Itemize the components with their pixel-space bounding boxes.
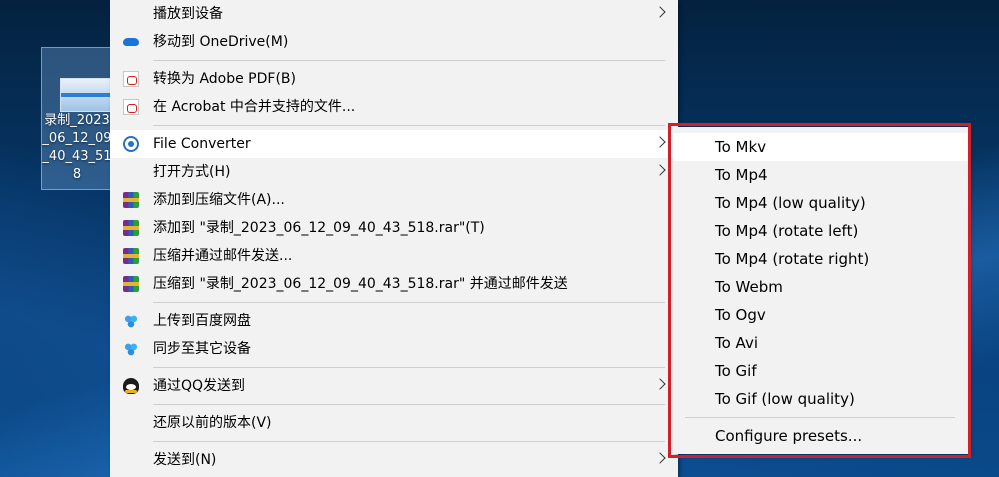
submenu-item-to-gif[interactable]: To Gif — [673, 357, 968, 385]
submenu-separator — [685, 417, 955, 418]
menu-separator — [153, 302, 665, 303]
submenu-item-to-mp4-rotate-right[interactable]: To Mp4 (rotate right) — [673, 245, 968, 273]
qq-icon — [123, 378, 139, 394]
submenu-item-label: To Mp4 (rotate right) — [715, 250, 870, 268]
submenu-item-label: To Mp4 (low quality) — [715, 194, 866, 212]
menu-item-compress-and-email[interactable]: 压缩并通过邮件发送... — [110, 242, 678, 270]
menu-item-send-to[interactable]: 发送到(N) — [110, 446, 678, 474]
chevron-right-icon — [654, 6, 666, 18]
menu-item-label: 还原以前的版本(V) — [153, 415, 272, 431]
winrar-icon — [123, 276, 139, 292]
file-converter-submenu: To Mkv To Mp4 To Mp4 (low quality) To Mp… — [673, 127, 968, 454]
chevron-right-icon — [654, 452, 666, 464]
winrar-icon — [123, 220, 139, 236]
menu-item-label: 播放到设备 — [153, 6, 223, 22]
submenu-item-to-gif-low-quality[interactable]: To Gif (low quality) — [673, 385, 968, 413]
submenu-item-label: To Gif — [715, 362, 757, 380]
submenu-item-label: To Mp4 — [715, 166, 768, 184]
submenu-item-label: To Gif (low quality) — [715, 390, 855, 408]
menu-separator — [153, 441, 665, 442]
menu-item-add-to-rar[interactable]: 添加到 "录制_2023_06_12_09_40_43_518.rar"(T) — [110, 214, 678, 242]
menu-item-acrobat-combine[interactable]: 在 Acrobat 中合并支持的文件... — [110, 93, 678, 121]
winrar-icon — [123, 248, 139, 264]
submenu-item-label: To Avi — [715, 334, 758, 352]
menu-item-move-to-onedrive[interactable]: 移动到 OneDrive(M) — [110, 28, 678, 56]
submenu-item-label: To Mkv — [715, 138, 767, 156]
submenu-item-label: To Mp4 (rotate left) — [715, 222, 859, 240]
cloud-icon — [123, 38, 139, 46]
menu-item-label: 压缩并通过邮件发送... — [153, 248, 293, 264]
context-menu: 播放到设备 移动到 OneDrive(M) 转换为 Adobe PDF(B) 在… — [110, 0, 678, 477]
menu-item-label: 添加到压缩文件(A)... — [153, 192, 285, 208]
menu-item-compress-to-rar-and-email[interactable]: 压缩到 "录制_2023_06_12_09_40_43_518.rar" 并通过… — [110, 270, 678, 298]
menu-separator — [153, 367, 665, 368]
baidu-netdisk-icon — [124, 342, 138, 356]
chevron-right-icon — [654, 136, 666, 148]
menu-item-convert-to-pdf[interactable]: 转换为 Adobe PDF(B) — [110, 65, 678, 93]
submenu-item-to-mp4[interactable]: To Mp4 — [673, 161, 968, 189]
menu-separator — [153, 125, 665, 126]
desktop-file-icon[interactable]: 录制_2023_06_12_09_40_43_518 — [41, 47, 113, 190]
menu-item-send-via-qq[interactable]: 通过QQ发送到 — [110, 372, 678, 400]
submenu-item-label: To Webm — [715, 278, 783, 296]
pdf-icon — [123, 71, 139, 87]
submenu-item-to-mkv[interactable]: To Mkv — [673, 133, 968, 161]
submenu-item-to-mp4-rotate-left[interactable]: To Mp4 (rotate left) — [673, 217, 968, 245]
menu-item-label: 打开方式(H) — [153, 164, 231, 180]
chevron-right-icon — [654, 164, 666, 176]
chevron-right-icon — [654, 378, 666, 390]
menu-item-open-with[interactable]: 打开方式(H) — [110, 158, 678, 186]
winrar-icon — [123, 192, 139, 208]
menu-item-add-to-archive[interactable]: 添加到压缩文件(A)... — [110, 186, 678, 214]
menu-item-play-to-device[interactable]: 播放到设备 — [110, 0, 678, 28]
submenu-item-to-mp4-low-quality[interactable]: To Mp4 (low quality) — [673, 189, 968, 217]
desktop-file-label: 录制_2023_06_12_09_40_43_518 — [42, 113, 112, 182]
submenu-item-label: To Ogv — [715, 306, 766, 324]
baidu-netdisk-icon — [124, 314, 138, 328]
menu-item-label: 上传到百度网盘 — [153, 313, 251, 329]
menu-item-restore-previous-versions[interactable]: 还原以前的版本(V) — [110, 409, 678, 437]
menu-item-upload-baidu[interactable]: 上传到百度网盘 — [110, 307, 678, 335]
submenu-item-label: Configure presets... — [715, 427, 863, 445]
menu-item-label: 压缩到 "录制_2023_06_12_09_40_43_518.rar" 并通过… — [153, 276, 568, 292]
menu-item-label: 同步至其它设备 — [153, 341, 251, 357]
menu-separator — [153, 60, 665, 61]
submenu-item-to-ogv[interactable]: To Ogv — [673, 301, 968, 329]
menu-item-label: 转换为 Adobe PDF(B) — [153, 71, 296, 87]
video-thumbnail — [60, 78, 112, 112]
submenu-item-to-avi[interactable]: To Avi — [673, 329, 968, 357]
acrobat-icon — [123, 99, 139, 115]
menu-item-file-converter[interactable]: File Converter — [110, 130, 678, 158]
menu-item-label: 通过QQ发送到 — [153, 378, 246, 394]
file-converter-icon — [123, 136, 139, 152]
submenu-item-to-webm[interactable]: To Webm — [673, 273, 968, 301]
menu-item-label: 发送到(N) — [153, 452, 217, 468]
menu-separator — [153, 404, 665, 405]
menu-item-label: File Converter — [153, 136, 251, 152]
submenu-item-configure-presets[interactable]: Configure presets... — [673, 422, 968, 450]
menu-item-label: 移动到 OneDrive(M) — [153, 34, 289, 50]
menu-item-sync-devices[interactable]: 同步至其它设备 — [110, 335, 678, 363]
menu-item-label: 添加到 "录制_2023_06_12_09_40_43_518.rar"(T) — [153, 220, 485, 236]
menu-item-label: 在 Acrobat 中合并支持的文件... — [153, 99, 356, 115]
